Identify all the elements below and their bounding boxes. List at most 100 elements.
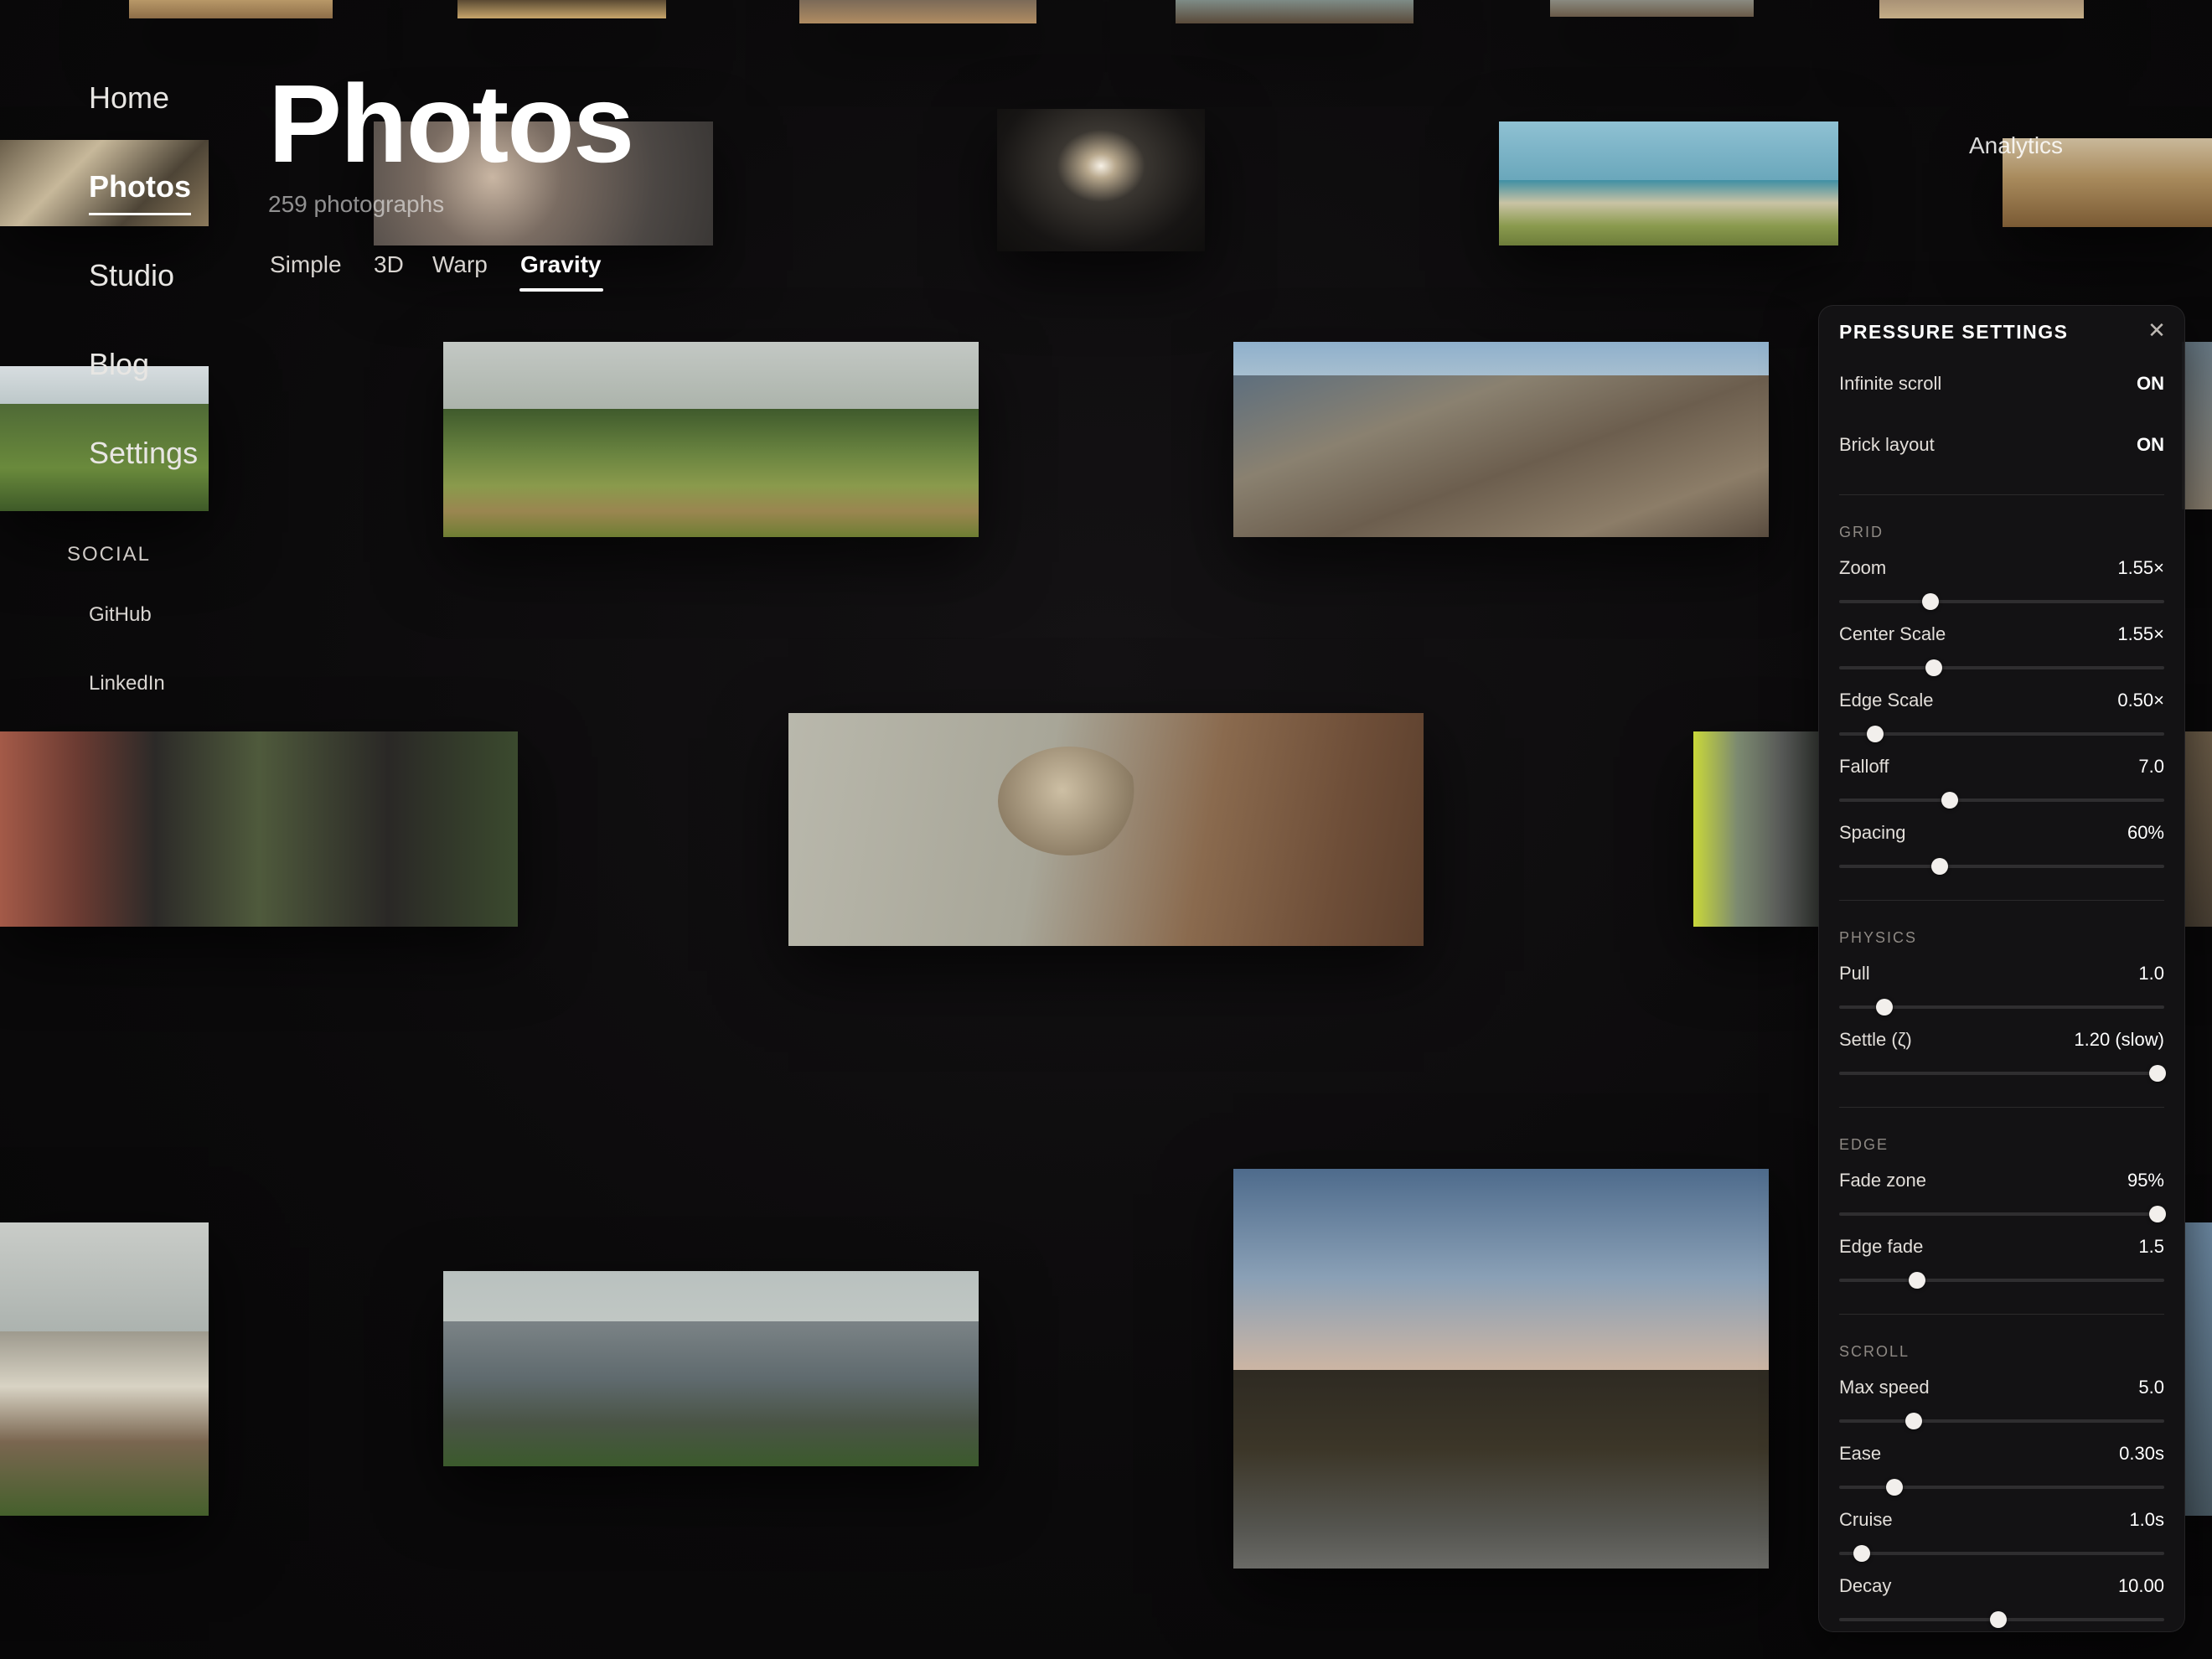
slider-label: Cruise bbox=[1839, 1509, 1893, 1530]
slider-knob[interactable] bbox=[1866, 726, 1884, 742]
slider-value: 0.50× bbox=[2117, 690, 2164, 711]
photo-tile[interactable] bbox=[0, 731, 518, 927]
max-speed-slider[interactable] bbox=[1839, 1413, 2164, 1429]
slider-label: Edge fade bbox=[1839, 1236, 1924, 1257]
spacing-slider[interactable] bbox=[1839, 858, 2164, 875]
falloff-slider[interactable] bbox=[1839, 792, 2164, 809]
toggle-value[interactable]: ON bbox=[2137, 434, 2164, 456]
slider-label: Decay bbox=[1839, 1575, 1892, 1596]
photo-tile[interactable] bbox=[788, 713, 1424, 946]
slider-row-fade-zone: Fade zone 95% bbox=[1839, 1166, 2164, 1200]
slider-knob[interactable] bbox=[1931, 858, 1949, 875]
slider-value: 7.0 bbox=[2138, 756, 2164, 777]
center-scale-slider[interactable] bbox=[1839, 659, 2164, 676]
slider-row-center-scale: Center Scale 1.55× bbox=[1839, 620, 2164, 654]
slider-value: 1.55× bbox=[2117, 623, 2164, 644]
gallery-stage: Home Photos Studio Blog Settings SOCIAL … bbox=[0, 0, 2212, 1659]
slider-knob[interactable] bbox=[2149, 1206, 2167, 1222]
slider-row-ease: Ease 0.30s bbox=[1839, 1439, 2164, 1473]
slider-value: 0.30s bbox=[2119, 1443, 2164, 1464]
close-icon[interactable]: ✕ bbox=[2144, 318, 2169, 343]
photo-tile[interactable] bbox=[1499, 121, 1838, 245]
slider-row-edge-scale: Edge Scale 0.50× bbox=[1839, 686, 2164, 720]
photo-tile[interactable] bbox=[2185, 731, 2212, 927]
toggle-value[interactable]: ON bbox=[2137, 373, 2164, 395]
tab-3d[interactable]: 3D bbox=[374, 251, 404, 278]
edge-fade-slider[interactable] bbox=[1839, 1272, 2164, 1289]
divider bbox=[1839, 900, 2164, 901]
settle-slider[interactable] bbox=[1839, 1065, 2167, 1082]
slider-knob[interactable] bbox=[1905, 1413, 1923, 1429]
section-edge: EDGE bbox=[1839, 1136, 1889, 1153]
photo-tile[interactable] bbox=[1879, 0, 2084, 18]
nav-item-blog[interactable]: Blog bbox=[89, 347, 149, 382]
photo-tile[interactable] bbox=[997, 109, 1205, 251]
slider-knob[interactable] bbox=[1990, 1611, 2008, 1628]
social-link-github[interactable]: GitHub bbox=[89, 603, 152, 627]
slider-value: 1.20 (slow) bbox=[2074, 1029, 2164, 1050]
slider-knob[interactable] bbox=[1853, 1545, 1871, 1562]
panel-title: PRESSURE SETTINGS bbox=[1839, 321, 2069, 343]
slider-label: Ease bbox=[1839, 1443, 1882, 1464]
tab-simple[interactable]: Simple bbox=[270, 251, 342, 278]
zoom-slider[interactable] bbox=[1839, 593, 2164, 610]
fade-zone-slider[interactable] bbox=[1839, 1206, 2167, 1222]
photo-tile[interactable] bbox=[2185, 1222, 2212, 1516]
slider-knob[interactable] bbox=[1941, 792, 1958, 809]
slider-label: Fade zone bbox=[1839, 1170, 1926, 1191]
photo-tile[interactable] bbox=[1550, 0, 1754, 17]
toggle-label: Brick layout bbox=[1839, 434, 1935, 455]
decay-slider[interactable] bbox=[1839, 1611, 2164, 1628]
tab-gravity[interactable]: Gravity bbox=[520, 251, 602, 278]
pull-slider[interactable] bbox=[1839, 999, 2164, 1016]
analytics-link[interactable]: Analytics bbox=[1969, 132, 2063, 159]
photo-tile[interactable] bbox=[457, 0, 666, 18]
photo-tile[interactable] bbox=[1176, 0, 1414, 23]
slider-value: 1.5 bbox=[2138, 1236, 2164, 1257]
tab-warp[interactable]: Warp bbox=[432, 251, 488, 278]
social-heading: SOCIAL bbox=[67, 543, 152, 566]
photo-tile[interactable] bbox=[1233, 342, 1769, 537]
social-link-linkedin[interactable]: LinkedIn bbox=[89, 672, 165, 695]
photo-tile[interactable] bbox=[2182, 342, 2212, 509]
slider-knob[interactable] bbox=[1876, 999, 1894, 1016]
photo-tile[interactable] bbox=[799, 0, 1036, 23]
slider-row-pull: Pull 1.0 bbox=[1839, 959, 2164, 993]
cruise-slider[interactable] bbox=[1839, 1545, 2164, 1562]
nav-item-studio[interactable]: Studio bbox=[89, 258, 174, 293]
slider-knob[interactable] bbox=[2149, 1065, 2167, 1082]
slider-value: 10.00 bbox=[2117, 1575, 2164, 1596]
slider-knob[interactable] bbox=[1921, 593, 1939, 610]
photo-count: 259 photographs bbox=[268, 191, 445, 217]
section-scroll: SCROLL bbox=[1839, 1343, 1910, 1360]
pressure-settings-panel: PRESSURE SETTINGS ✕ Infinite scroll ON B… bbox=[1818, 305, 2185, 1632]
slider-value: 95% bbox=[2127, 1170, 2164, 1191]
slider-label: Center Scale bbox=[1839, 623, 1946, 644]
ease-slider[interactable] bbox=[1839, 1479, 2164, 1496]
slider-row-settle: Settle (ζ) 1.20 (slow) bbox=[1839, 1026, 2164, 1059]
slider-knob[interactable] bbox=[1909, 1272, 1926, 1289]
toggle-label: Infinite scroll bbox=[1839, 373, 1942, 394]
nav-item-settings[interactable]: Settings bbox=[89, 436, 198, 471]
nav-active-underline bbox=[89, 213, 191, 215]
divider bbox=[1839, 494, 2164, 495]
photo-tile[interactable] bbox=[0, 1222, 209, 1516]
photo-tile[interactable] bbox=[1693, 731, 1819, 927]
photo-tile[interactable] bbox=[129, 0, 333, 18]
photo-tile[interactable] bbox=[1233, 1169, 1769, 1569]
slider-knob[interactable] bbox=[1885, 1479, 1903, 1496]
nav-item-photos[interactable]: Photos bbox=[89, 169, 191, 204]
toggle-infinite-scroll[interactable]: Infinite scroll ON bbox=[1839, 370, 2164, 403]
slider-label: Pull bbox=[1839, 963, 1870, 984]
slider-knob[interactable] bbox=[1925, 659, 1942, 676]
slider-label: Edge Scale bbox=[1839, 690, 1934, 711]
toggle-brick-layout[interactable]: Brick layout ON bbox=[1839, 431, 2164, 464]
slider-row-decay: Decay 10.00 bbox=[1839, 1572, 2164, 1605]
photo-tile[interactable] bbox=[443, 1271, 979, 1466]
nav-item-home[interactable]: Home bbox=[89, 80, 169, 116]
slider-label: Zoom bbox=[1839, 557, 1887, 578]
edge-scale-slider[interactable] bbox=[1839, 726, 2164, 742]
photo-tile[interactable] bbox=[443, 342, 979, 537]
section-physics: PHYSICS bbox=[1839, 929, 1918, 946]
slider-label: Settle (ζ) bbox=[1839, 1029, 1912, 1050]
